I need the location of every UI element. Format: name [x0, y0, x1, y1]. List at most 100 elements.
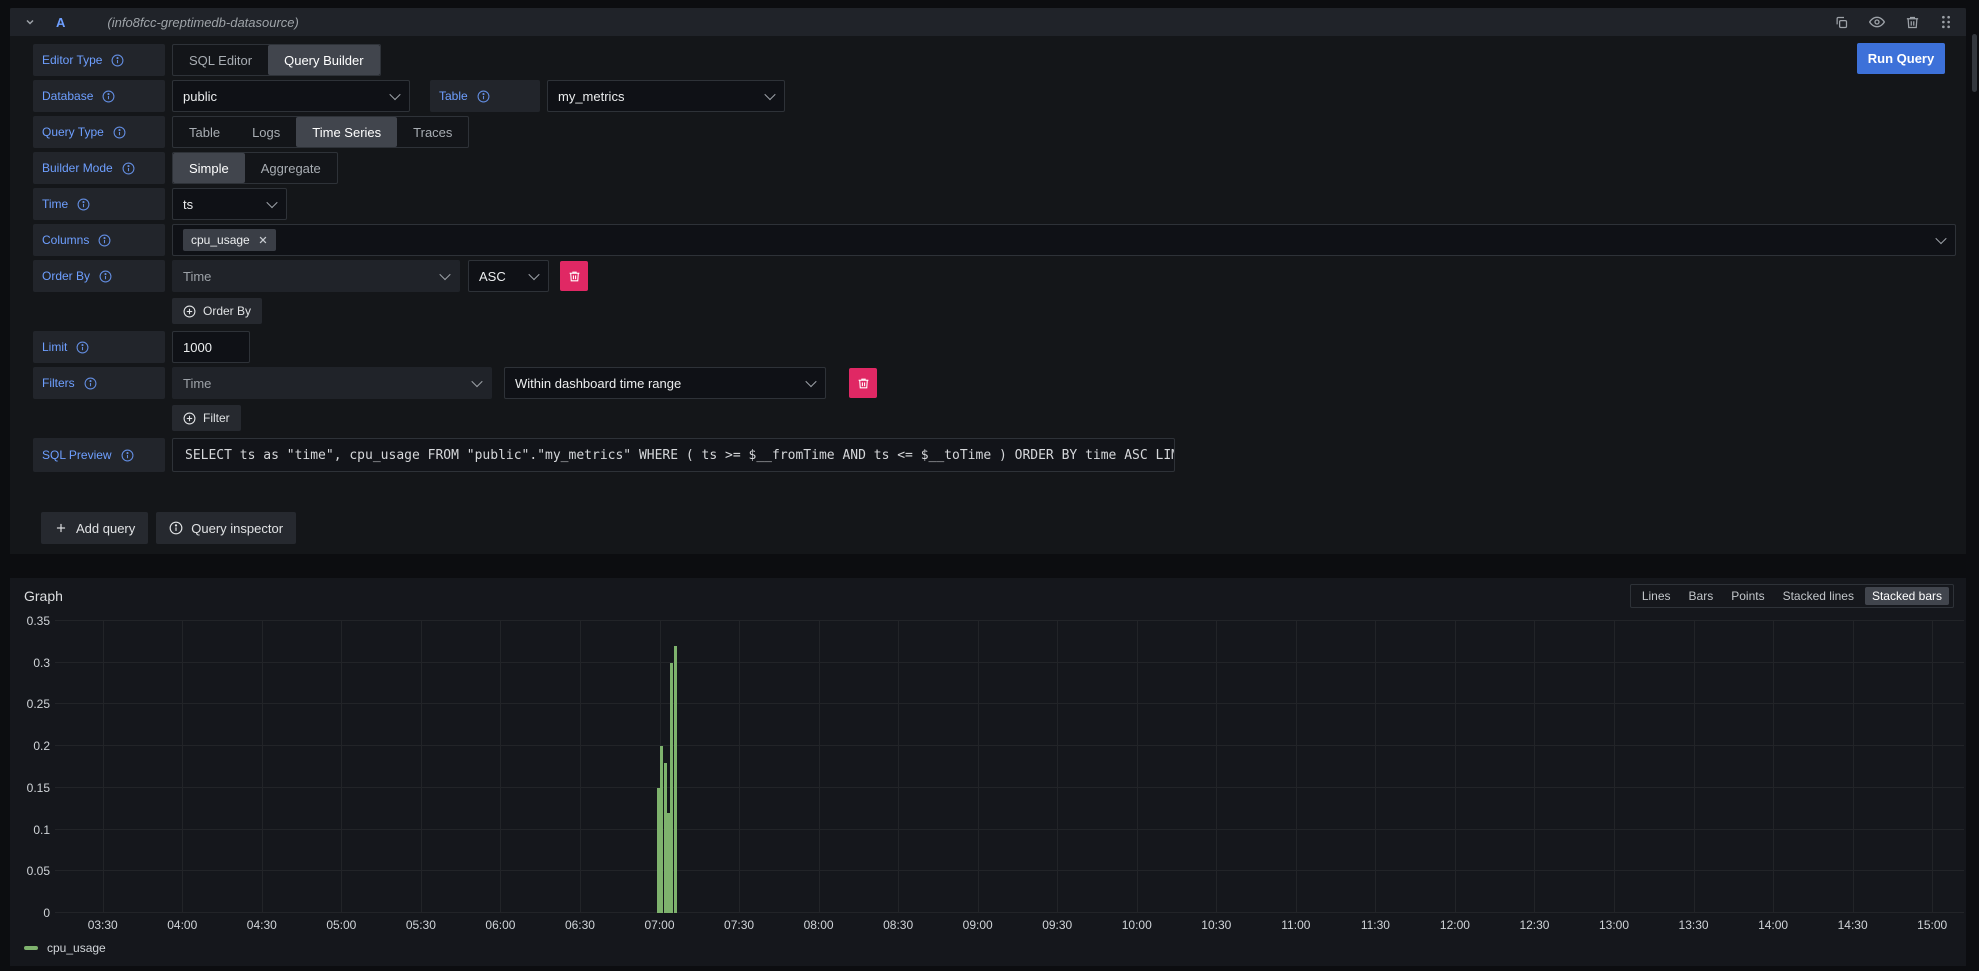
x-tick-label: 06:30 — [565, 918, 595, 932]
info-icon[interactable] — [98, 234, 111, 247]
limit-input[interactable]: 1000 — [172, 331, 250, 363]
builder-mode-aggregate[interactable]: Aggregate — [245, 153, 337, 183]
mode-bars[interactable]: Bars — [1682, 587, 1721, 605]
query-type-logs[interactable]: Logs — [236, 117, 296, 147]
info-icon[interactable] — [111, 54, 124, 67]
legend-series-label[interactable]: cpu_usage — [47, 941, 106, 955]
hide-response-eye-icon[interactable] — [1869, 14, 1885, 30]
database-label-text: Database — [42, 89, 93, 103]
x-tick-label: 15:00 — [1917, 918, 1947, 932]
x-tick-label: 13:30 — [1679, 918, 1709, 932]
legend-series-swatch[interactable] — [24, 946, 38, 950]
v-gridline — [103, 621, 104, 913]
order-by-field-value: Time — [183, 269, 429, 284]
sql-preview-label-text: SQL Preview — [42, 448, 112, 462]
info-icon[interactable] — [122, 162, 135, 175]
info-icon[interactable] — [77, 198, 90, 211]
v-gridline — [819, 621, 820, 913]
drag-handle-icon[interactable] — [1940, 15, 1952, 29]
limit-label: Limit — [33, 331, 165, 363]
v-gridline — [1057, 621, 1058, 913]
chevron-down-icon — [439, 269, 450, 280]
time-label-text: Time — [42, 197, 68, 211]
database-select[interactable]: public — [172, 80, 410, 112]
query-type-table[interactable]: Table — [173, 117, 236, 147]
info-circle-icon — [169, 521, 183, 535]
order-by-field-select[interactable]: Time — [172, 260, 460, 292]
y-tick-label: 0.15 — [27, 781, 50, 795]
mode-stacked-bars[interactable]: Stacked bars — [1865, 587, 1949, 605]
v-gridline — [1296, 621, 1297, 913]
editor-type-label-text: Editor Type — [42, 53, 102, 67]
info-icon[interactable] — [76, 341, 89, 354]
query-ref-id[interactable]: A — [56, 15, 65, 30]
query-type-traces[interactable]: Traces — [397, 117, 468, 147]
query-inspector-button[interactable]: Query inspector — [156, 512, 296, 544]
editor-type-group: SQL Editor Query Builder — [172, 44, 381, 76]
duplicate-query-icon[interactable] — [1834, 15, 1849, 30]
delete-query-icon[interactable] — [1905, 15, 1920, 30]
columns-multiselect[interactable]: cpu_usage — [172, 224, 1956, 256]
plot-area[interactable] — [55, 621, 1964, 913]
x-tick-label: 04:30 — [247, 918, 277, 932]
remove-filter-button[interactable] — [849, 368, 877, 398]
chevron-down-icon — [805, 376, 816, 387]
table-label-text: Table — [439, 89, 468, 103]
v-gridline — [1853, 621, 1854, 913]
x-tick-label: 12:30 — [1519, 918, 1549, 932]
editor-type-query-builder[interactable]: Query Builder — [268, 45, 379, 75]
add-filter-button[interactable]: Filter — [172, 405, 241, 431]
v-gridline — [1932, 621, 1933, 913]
info-icon[interactable] — [84, 377, 97, 390]
filter-add-row: Filter — [33, 405, 1956, 431]
info-icon[interactable] — [113, 126, 126, 139]
remove-column-icon[interactable] — [258, 235, 268, 245]
legend: cpu_usage — [24, 941, 106, 955]
table-value: my_metrics — [558, 89, 754, 104]
x-tick-label: 12:00 — [1440, 918, 1470, 932]
query-type-row: Query Type Table Logs Time Series Traces — [33, 116, 1956, 148]
query-type-time-series[interactable]: Time Series — [296, 117, 397, 147]
run-query-button[interactable]: Run Query — [1857, 43, 1945, 74]
builder-mode-simple[interactable]: Simple — [173, 153, 245, 183]
add-order-by-button[interactable]: Order By — [172, 298, 262, 324]
order-by-label: Order By — [33, 260, 165, 292]
circle-plus-icon — [183, 305, 196, 318]
time-label: Time — [33, 188, 165, 220]
collapse-query-icon[interactable] — [24, 16, 36, 28]
filters-label-text: Filters — [42, 376, 75, 390]
x-tick-label: 13:00 — [1599, 918, 1629, 932]
mode-lines[interactable]: Lines — [1635, 587, 1678, 605]
add-query-button[interactable]: Add query — [41, 512, 148, 544]
info-icon[interactable] — [121, 449, 134, 462]
limit-value: 1000 — [183, 340, 212, 355]
order-by-direction-select[interactable]: ASC — [468, 260, 549, 292]
table-label: Table — [430, 80, 540, 112]
editor-type-sql-editor[interactable]: SQL Editor — [173, 45, 268, 75]
y-tick-label: 0.25 — [27, 697, 50, 711]
filter-condition-select[interactable]: Within dashboard time range — [504, 367, 826, 399]
sql-preview-label: SQL Preview — [33, 438, 165, 472]
remove-order-by-button[interactable] — [560, 261, 588, 291]
info-icon[interactable] — [99, 270, 112, 283]
mode-stacked-lines[interactable]: Stacked lines — [1776, 587, 1861, 605]
order-by-add-row: Order By — [33, 298, 1956, 324]
x-tick-label: 11:00 — [1281, 918, 1310, 932]
add-order-by-label: Order By — [203, 304, 251, 318]
v-gridline — [1137, 621, 1138, 913]
info-icon[interactable] — [102, 90, 115, 103]
order-by-row: Order By Time ASC — [33, 260, 1956, 292]
info-icon[interactable] — [477, 90, 490, 103]
query-header: A (info8fcc-greptimedb-datasource) — [10, 8, 1966, 36]
grafana-edit-page: A (info8fcc-greptimedb-datasource) — [0, 0, 1979, 971]
v-gridline — [421, 621, 422, 913]
table-select[interactable]: my_metrics — [547, 80, 785, 112]
order-by-direction-value: ASC — [479, 269, 518, 284]
graph-title: Graph — [24, 588, 63, 604]
sql-preview-text: SELECT ts as "time", cpu_usage FROM "pub… — [172, 438, 1175, 472]
time-column-select[interactable]: ts — [172, 188, 287, 220]
bar-cpu_usage — [674, 646, 677, 913]
scrollbar-thumb[interactable] — [1972, 34, 1977, 92]
filter-field-select[interactable]: Time — [172, 367, 492, 399]
mode-points[interactable]: Points — [1724, 587, 1771, 605]
